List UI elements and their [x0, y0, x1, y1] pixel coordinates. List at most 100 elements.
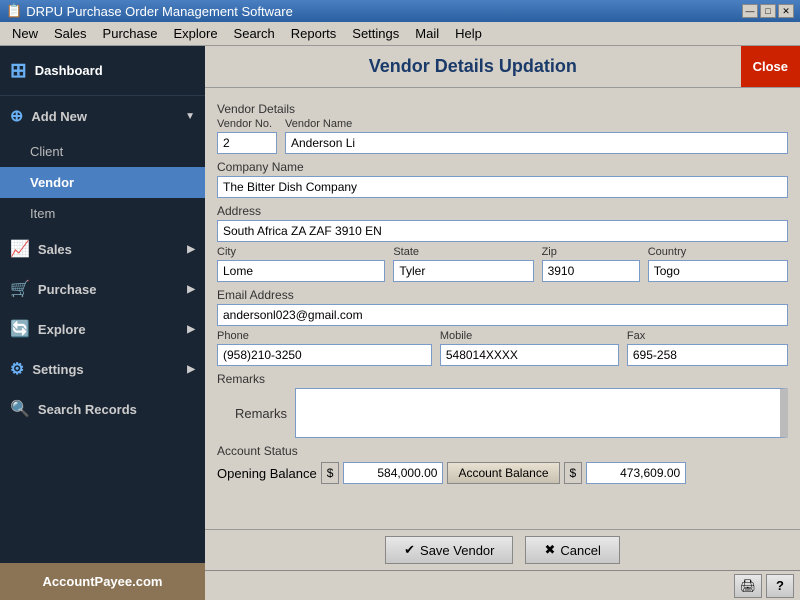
account-status-label: Account Status [217, 444, 788, 458]
company-name-input[interactable] [217, 176, 788, 198]
vendor-details-section-label: Vendor Details [217, 102, 788, 116]
city-label: City [217, 246, 385, 258]
dashboard-icon: ⊞ [10, 58, 27, 83]
cancel-icon: ✖ [544, 542, 555, 558]
phone-col: Phone [217, 330, 432, 366]
account-balance-input[interactable] [586, 462, 686, 484]
menu-item-mail[interactable]: Mail [407, 24, 447, 43]
sidebar-item-item[interactable]: Item [0, 198, 205, 229]
titlebar-controls[interactable]: — □ ✕ [742, 4, 794, 18]
phone-input[interactable] [217, 344, 432, 366]
sidebar-item-explore[interactable]: 🔄 Explore ▶ [0, 309, 205, 349]
city-state-row: City State Zip Country [217, 246, 788, 282]
sidebar-purchase-label: Purchase [38, 282, 97, 297]
vendor-name-input[interactable] [285, 132, 788, 154]
sidebar-add-new-label: Add New [31, 109, 87, 124]
sidebar-footer-brand: AccountPayee.com [0, 563, 205, 600]
state-col: State [393, 246, 533, 282]
account-balance-dollar: $ [564, 462, 583, 484]
vendor-no-col: Vendor No. [217, 118, 277, 154]
city-input[interactable] [217, 260, 385, 282]
settings-icon: ⚙ [10, 359, 24, 379]
opening-balance-input[interactable] [343, 462, 443, 484]
sidebar-item-search-records[interactable]: 🔍 Search Records [0, 389, 205, 429]
form-header: Vendor Details Updation Close [205, 46, 800, 88]
zip-label: Zip [542, 246, 640, 258]
zip-col: Zip [542, 246, 640, 282]
close-window-button[interactable]: ✕ [778, 4, 794, 18]
mobile-col: Mobile [440, 330, 619, 366]
sidebar-item-purchase[interactable]: 🛒 Purchase ▶ [0, 269, 205, 309]
menu-item-sales[interactable]: Sales [46, 24, 95, 43]
settings-arrow: ▶ [187, 364, 195, 375]
zip-input[interactable] [542, 260, 640, 282]
fax-label: Fax [627, 330, 788, 342]
sidebar: ⊞ Dashboard ⊕ Add New ▼ Client Vendor It… [0, 46, 205, 600]
account-status-row: Opening Balance $ Account Balance $ [217, 462, 788, 484]
state-input[interactable] [393, 260, 533, 282]
sidebar-item-settings[interactable]: ⚙ Settings ▶ [0, 349, 205, 389]
remarks-field-label: Remarks [217, 388, 287, 438]
mobile-label: Mobile [440, 330, 619, 342]
sidebar-item-sales[interactable]: 📈 Sales ▶ [0, 229, 205, 269]
save-icon: ✔ [404, 542, 415, 558]
phone-row: Phone Mobile Fax [217, 330, 788, 366]
vendor-name-label: Vendor Name [285, 118, 788, 130]
minimize-button[interactable]: — [742, 4, 758, 18]
purchase-icon: 🛒 [10, 279, 30, 299]
opening-balance-dollar: $ [321, 462, 340, 484]
footer-bar: 🖨 ? [205, 570, 800, 600]
city-col: City [217, 246, 385, 282]
cancel-button[interactable]: ✖ Cancel [525, 536, 619, 564]
print-button[interactable]: 🖨 [734, 574, 762, 598]
fax-input[interactable] [627, 344, 788, 366]
sidebar-dashboard[interactable]: ⊞ Dashboard [0, 46, 205, 96]
titlebar: 📋 DRPU Purchase Order Management Softwar… [0, 0, 800, 22]
app-icon: 📋 [6, 3, 22, 19]
menu-item-settings[interactable]: Settings [344, 24, 407, 43]
state-label: State [393, 246, 533, 258]
email-input[interactable] [217, 304, 788, 326]
vendor-no-name-row: Vendor No. Vendor Name [217, 118, 788, 154]
sidebar-item-vendor[interactable]: Vendor [0, 167, 205, 198]
account-balance-button[interactable]: Account Balance [447, 462, 559, 484]
add-new-arrow: ▼ [185, 111, 195, 122]
mobile-input[interactable] [440, 344, 619, 366]
menu-item-reports[interactable]: Reports [283, 24, 345, 43]
sidebar-dashboard-label: Dashboard [35, 63, 103, 78]
save-vendor-label: Save Vendor [420, 543, 494, 558]
sidebar-item-client[interactable]: Client [0, 136, 205, 167]
company-name-label: Company Name [217, 160, 788, 174]
remarks-input[interactable] [295, 388, 788, 438]
menu-item-purchase[interactable]: Purchase [95, 24, 166, 43]
sales-icon: 📈 [10, 239, 30, 259]
menu-item-search[interactable]: Search [226, 24, 283, 43]
help-icon: ? [776, 578, 784, 593]
menu-item-explore[interactable]: Explore [165, 24, 225, 43]
menubar: NewSalesPurchaseExploreSearchReportsSett… [0, 22, 800, 46]
menu-item-new[interactable]: New [4, 24, 46, 43]
sidebar-settings-label: Settings [32, 362, 83, 377]
save-vendor-button[interactable]: ✔ Save Vendor [385, 536, 513, 564]
address-input[interactable] [217, 220, 788, 242]
remarks-row: Remarks [217, 388, 788, 438]
country-input[interactable] [648, 260, 788, 282]
close-button[interactable]: Close [741, 46, 800, 87]
remarks-section-label: Remarks [217, 372, 788, 386]
vendor-no-input[interactable] [217, 132, 277, 154]
sidebar-search-records-label: Search Records [38, 402, 137, 417]
content-area: Vendor Details Updation Close Vendor Det… [205, 46, 800, 600]
vendor-name-col: Vendor Name [285, 118, 788, 154]
help-button[interactable]: ? [766, 574, 794, 598]
sidebar-item-add-new[interactable]: ⊕ Add New ▼ [0, 96, 205, 136]
print-icon: 🖨 [740, 578, 757, 594]
email-label: Email Address [217, 288, 788, 302]
cancel-label: Cancel [560, 543, 600, 558]
maximize-button[interactable]: □ [760, 4, 776, 18]
app-title: DRPU Purchase Order Management Software [26, 4, 293, 19]
fax-col: Fax [627, 330, 788, 366]
country-label: Country [648, 246, 788, 258]
explore-icon: 🔄 [10, 319, 30, 339]
form-footer: ✔ Save Vendor ✖ Cancel [205, 529, 800, 570]
menu-item-help[interactable]: Help [447, 24, 490, 43]
